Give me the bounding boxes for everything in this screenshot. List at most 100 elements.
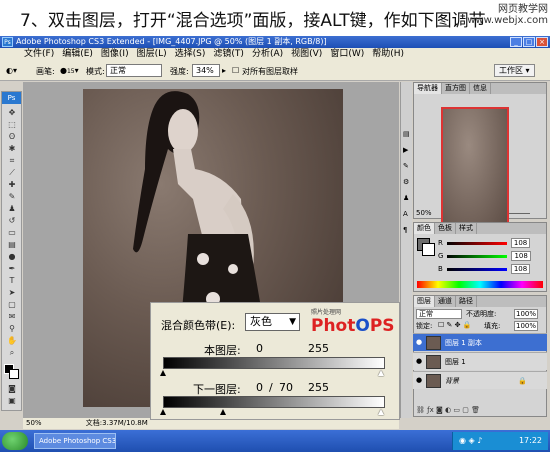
history-panel-icon[interactable]: ▤ (403, 130, 410, 138)
layer-row[interactable]: ● 图层 1 (413, 352, 547, 370)
underlying-black-slider-left[interactable] (160, 409, 166, 415)
tab-info[interactable]: 信息 (470, 83, 491, 94)
new-group-icon[interactable]: ▭ (453, 406, 460, 414)
opacity-input[interactable]: 100% (514, 309, 539, 319)
channel-g-slider[interactable] (447, 254, 508, 258)
delete-layer-icon[interactable]: 🗑 (471, 406, 480, 414)
actions-panel-icon[interactable]: ▶ (403, 146, 408, 154)
channel-b-slider[interactable] (446, 267, 507, 271)
slice-tool-icon[interactable]: ⟋ (6, 168, 18, 177)
hand-tool-icon[interactable]: ✋ (6, 336, 18, 345)
clone-source-icon[interactable]: ♟ (403, 194, 409, 202)
color-bg-swatch[interactable] (422, 243, 435, 256)
close-button[interactable]: × (536, 37, 548, 47)
color-spectrum-bar[interactable] (417, 281, 543, 288)
navigator-thumbnail[interactable] (441, 107, 509, 232)
history-brush-tool-icon[interactable]: ↺ (6, 216, 18, 225)
taskbar-clock[interactable]: 17:22 (519, 436, 542, 445)
type-tool-icon[interactable]: T (6, 276, 18, 285)
sample-all-checkbox[interactable]: ☐ (232, 66, 239, 75)
paragraph-panel-icon[interactable]: ¶ (403, 226, 407, 234)
shape-tool-icon[interactable]: ▢ (6, 300, 18, 309)
zoom-tool-icon[interactable]: ⌕ (6, 348, 18, 357)
channel-r-row: R 108 (438, 237, 531, 250)
gradient-tool-icon[interactable]: ▤ (6, 240, 18, 249)
eyedropper-tool-icon[interactable]: ⚲ (6, 324, 18, 333)
channel-g-value[interactable]: 108 (511, 251, 531, 261)
stamp-tool-icon[interactable]: ♟ (6, 204, 18, 213)
menu-help[interactable]: 帮助(H) (368, 48, 408, 61)
tray-icons[interactable]: ◉ ◈ ♪ (459, 436, 482, 445)
pen-tool-icon[interactable]: ✒ (6, 264, 18, 273)
character-panel-icon[interactable]: A (403, 210, 408, 218)
eraser-tool-icon[interactable]: ▭ (6, 228, 18, 237)
tab-histogram[interactable]: 直方图 (442, 83, 470, 94)
notes-tool-icon[interactable]: ✉ (6, 312, 18, 321)
adjustment-layer-icon[interactable]: ◐ (445, 406, 451, 414)
tab-paths[interactable]: 路径 (456, 296, 477, 307)
healing-tool-icon[interactable]: ✚ (6, 180, 18, 189)
visibility-eye-icon[interactable]: ● (415, 376, 423, 384)
visibility-eye-icon[interactable]: ● (415, 338, 423, 346)
menu-view[interactable]: 视图(V) (287, 48, 326, 61)
strength-input[interactable]: 34% (192, 64, 220, 77)
tab-layers[interactable]: 图层 (414, 296, 435, 307)
lasso-tool-icon[interactable]: ʘ (6, 132, 18, 141)
menu-image[interactable]: 图像(I) (97, 48, 133, 61)
brushes-panel-icon[interactable]: ✎ (403, 162, 409, 170)
menu-filter[interactable]: 滤镜(T) (209, 48, 248, 61)
start-button[interactable] (2, 432, 28, 450)
marquee-tool-icon[interactable]: ⬚ (6, 120, 18, 129)
tab-color[interactable]: 颜色 (414, 223, 435, 234)
options-bar: ◐▾ 画笔: ●15▾ 模式: 正常 强度: 34% ▸ ☐ 对所有图层取样 工… (0, 61, 550, 81)
strength-dropdown-icon[interactable]: ▸ (222, 66, 226, 75)
menu-window[interactable]: 窗口(W) (326, 48, 368, 61)
menu-edit[interactable]: 编辑(E) (58, 48, 97, 61)
brush-tool-icon[interactable]: ✎ (6, 192, 18, 201)
workspace-button[interactable]: 工作区 ▾ (494, 64, 535, 77)
tab-swatches[interactable]: 色板 (435, 223, 456, 234)
blend-mode-select[interactable]: 正常 (416, 309, 462, 319)
fill-input[interactable]: 100% (514, 321, 539, 331)
maximize-button[interactable]: □ (523, 37, 535, 47)
channel-r-value[interactable]: 108 (510, 238, 531, 248)
mode-select[interactable]: 正常 (106, 64, 162, 77)
new-layer-icon[interactable]: ▢ (462, 406, 469, 414)
crop-tool-icon[interactable]: ⌗ (6, 156, 18, 165)
underlying-white-slider[interactable] (378, 409, 384, 415)
menu-analysis[interactable]: 分析(A) (248, 48, 287, 61)
link-layers-icon[interactable]: ⛓ (416, 406, 425, 414)
status-zoom[interactable]: 50% (26, 419, 42, 427)
layer-mask-icon[interactable]: ◙ (436, 406, 443, 414)
tool-preset-icon[interactable]: ◐▾ (6, 66, 17, 75)
visibility-eye-icon[interactable]: ● (415, 357, 423, 365)
this-layer-black-slider[interactable] (160, 370, 166, 376)
layer-style-icon[interactable]: ƒx (427, 406, 434, 414)
move-tool-icon[interactable]: ✥ (6, 108, 18, 117)
minimize-button[interactable]: _ (510, 37, 522, 47)
menu-select[interactable]: 选择(S) (171, 48, 210, 61)
screen-mode-icon[interactable]: ▣ (6, 396, 18, 405)
layer-row[interactable]: ● 图层 1 副本 (413, 333, 547, 351)
path-select-tool-icon[interactable]: ➤ (6, 288, 18, 297)
tool-presets-icon[interactable]: ⚙ (403, 178, 409, 186)
blend-band-select[interactable]: 灰色 ▼ (245, 313, 300, 331)
magic-wand-tool-icon[interactable]: ✱ (6, 144, 18, 153)
brush-picker[interactable]: ●15▾ (60, 66, 79, 75)
lock-icons[interactable]: ☐ ✎ ✥ 🔒 (438, 321, 471, 329)
channel-r-slider[interactable] (446, 241, 507, 245)
menu-file[interactable]: 文件(F) (20, 48, 58, 61)
tab-channels[interactable]: 通道 (435, 296, 456, 307)
navigator-zoom[interactable]: 50% (416, 209, 432, 217)
this-layer-white-slider[interactable] (378, 370, 384, 376)
taskbar-item-photoshop[interactable]: Adobe Photoshop CS3... (34, 433, 116, 449)
quick-mask-icon[interactable]: ◙ (6, 384, 18, 393)
tab-styles[interactable]: 样式 (456, 223, 477, 234)
channel-b-value[interactable]: 108 (510, 264, 531, 274)
dodge-tool-icon[interactable]: ● (6, 252, 18, 261)
layer-row[interactable]: ● 背景 🔒 (413, 371, 547, 389)
menu-layer[interactable]: 图层(L) (133, 48, 171, 61)
background-color-swatch[interactable] (9, 369, 19, 379)
tab-navigator[interactable]: 导航器 (414, 83, 442, 94)
underlying-black-slider-right[interactable] (220, 409, 226, 415)
